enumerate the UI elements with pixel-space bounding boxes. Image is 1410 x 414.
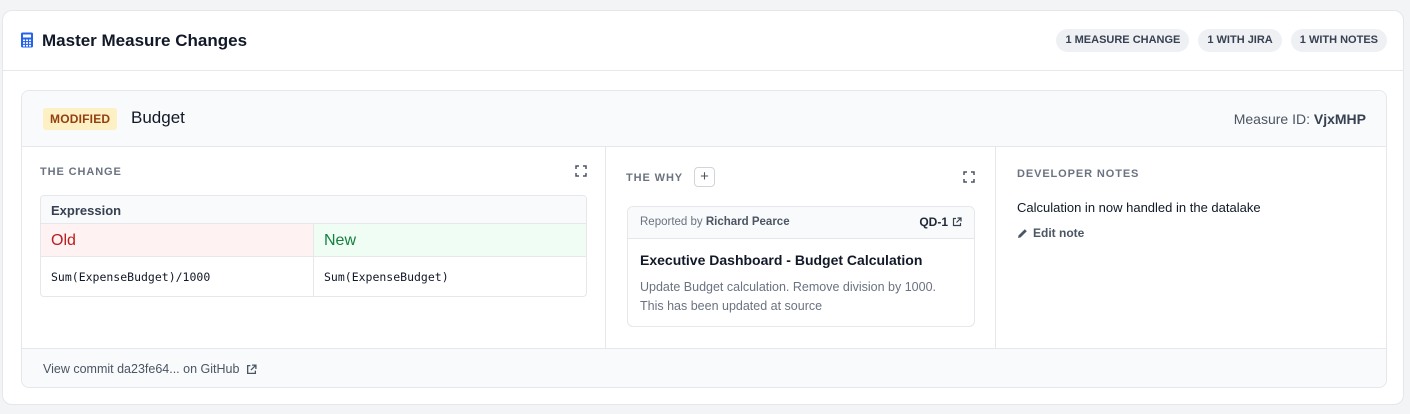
card-header: Master Measure Changes 1 MEASURE CHANGE … bbox=[3, 11, 1403, 71]
page-title: Master Measure Changes bbox=[42, 31, 248, 50]
with-notes-count-pill: 1 WITH NOTES bbox=[1290, 29, 1387, 52]
new-expression-cell: Sum(ExpenseBudget) bbox=[314, 257, 586, 296]
jira-issue-title: Executive Dashboard - Budget Calculation bbox=[640, 252, 923, 268]
new-column-header: New bbox=[314, 224, 586, 257]
github-commit-link[interactable]: View commit da23fe64... on GitHub bbox=[43, 362, 257, 376]
expand-icon[interactable] bbox=[963, 171, 975, 183]
add-jira-button[interactable]: + bbox=[694, 167, 715, 187]
jira-issue-description: Update Budget calculation. Remove divisi… bbox=[640, 280, 937, 313]
measure-id-label: Measure ID: bbox=[1233, 111, 1310, 127]
developer-note-text: Calculation in now handled in the datala… bbox=[1017, 200, 1261, 215]
new-expression: Sum(ExpenseBudget) bbox=[324, 270, 449, 284]
expression-header: Expression bbox=[41, 196, 586, 224]
master-measure-changes-card: Master Measure Changes 1 MEASURE CHANGE … bbox=[2, 10, 1404, 405]
edit-note-label: Edit note bbox=[1033, 226, 1085, 240]
jira-issue-link[interactable]: QD-1 bbox=[919, 215, 962, 229]
jira-key: QD-1 bbox=[919, 215, 948, 229]
old-expression-cell: Sum(ExpenseBudget)/1000 bbox=[41, 257, 314, 296]
with-jira-count-pill: 1 WITH JIRA bbox=[1198, 29, 1282, 52]
old-column-header: Old bbox=[41, 224, 314, 257]
pencil-icon bbox=[1018, 228, 1027, 238]
why-section-title: THE WHY bbox=[626, 172, 684, 184]
measure-header: MODIFIED Budget Measure ID: VjxMHP bbox=[22, 91, 1386, 147]
measure-id-value: VjxMHP bbox=[1313, 111, 1366, 127]
expression-diff-table: Expression Old New Sum(ExpenseBudget)/10… bbox=[40, 195, 587, 297]
jira-issue-card: Reported by Richard Pearce QD-1 Executiv… bbox=[627, 206, 975, 327]
reporter-name: Richard Pearce bbox=[705, 216, 790, 228]
jira-card-header: Reported by Richard Pearce QD-1 bbox=[628, 207, 974, 239]
reported-by: Reported by Richard Pearce bbox=[640, 216, 790, 228]
old-expression: Sum(ExpenseBudget)/1000 bbox=[51, 270, 211, 284]
why-section: THE WHY + Reported by Richard Pearce QD-… bbox=[606, 147, 996, 348]
summary-pills: 1 MEASURE CHANGE 1 WITH JIRA 1 WITH NOTE… bbox=[1056, 29, 1387, 52]
developer-notes-section: DEVELOPER NOTES Calculation in now handl… bbox=[996, 147, 1386, 348]
developer-notes-title: DEVELOPER NOTES bbox=[1017, 168, 1140, 180]
status-badge: MODIFIED bbox=[43, 108, 118, 130]
measure-change-item: MODIFIED Budget Measure ID: VjxMHP THE C… bbox=[21, 90, 1387, 388]
edit-note-button[interactable]: Edit note bbox=[1017, 226, 1084, 240]
calculator-icon bbox=[21, 32, 33, 48]
change-section: THE CHANGE Expression Old New Sum(Expens… bbox=[22, 147, 606, 348]
reported-by-label: Reported by bbox=[640, 216, 703, 228]
expression-header-label: Expression bbox=[51, 203, 122, 218]
measure-name: Budget bbox=[131, 108, 185, 127]
new-label: New bbox=[324, 232, 357, 249]
old-label: Old bbox=[51, 232, 76, 249]
external-link-icon bbox=[952, 217, 962, 227]
measure-change-count-pill: 1 MEASURE CHANGE bbox=[1056, 29, 1190, 52]
measure-footer: View commit da23fe64... on GitHub bbox=[22, 348, 1386, 387]
commit-link-label: View commit da23fe64... on GitHub bbox=[43, 362, 240, 376]
measure-id: Measure ID: VjxMHP bbox=[1234, 111, 1366, 127]
expand-icon[interactable] bbox=[575, 165, 587, 177]
change-section-title: THE CHANGE bbox=[40, 166, 122, 178]
external-link-icon bbox=[247, 363, 257, 374]
